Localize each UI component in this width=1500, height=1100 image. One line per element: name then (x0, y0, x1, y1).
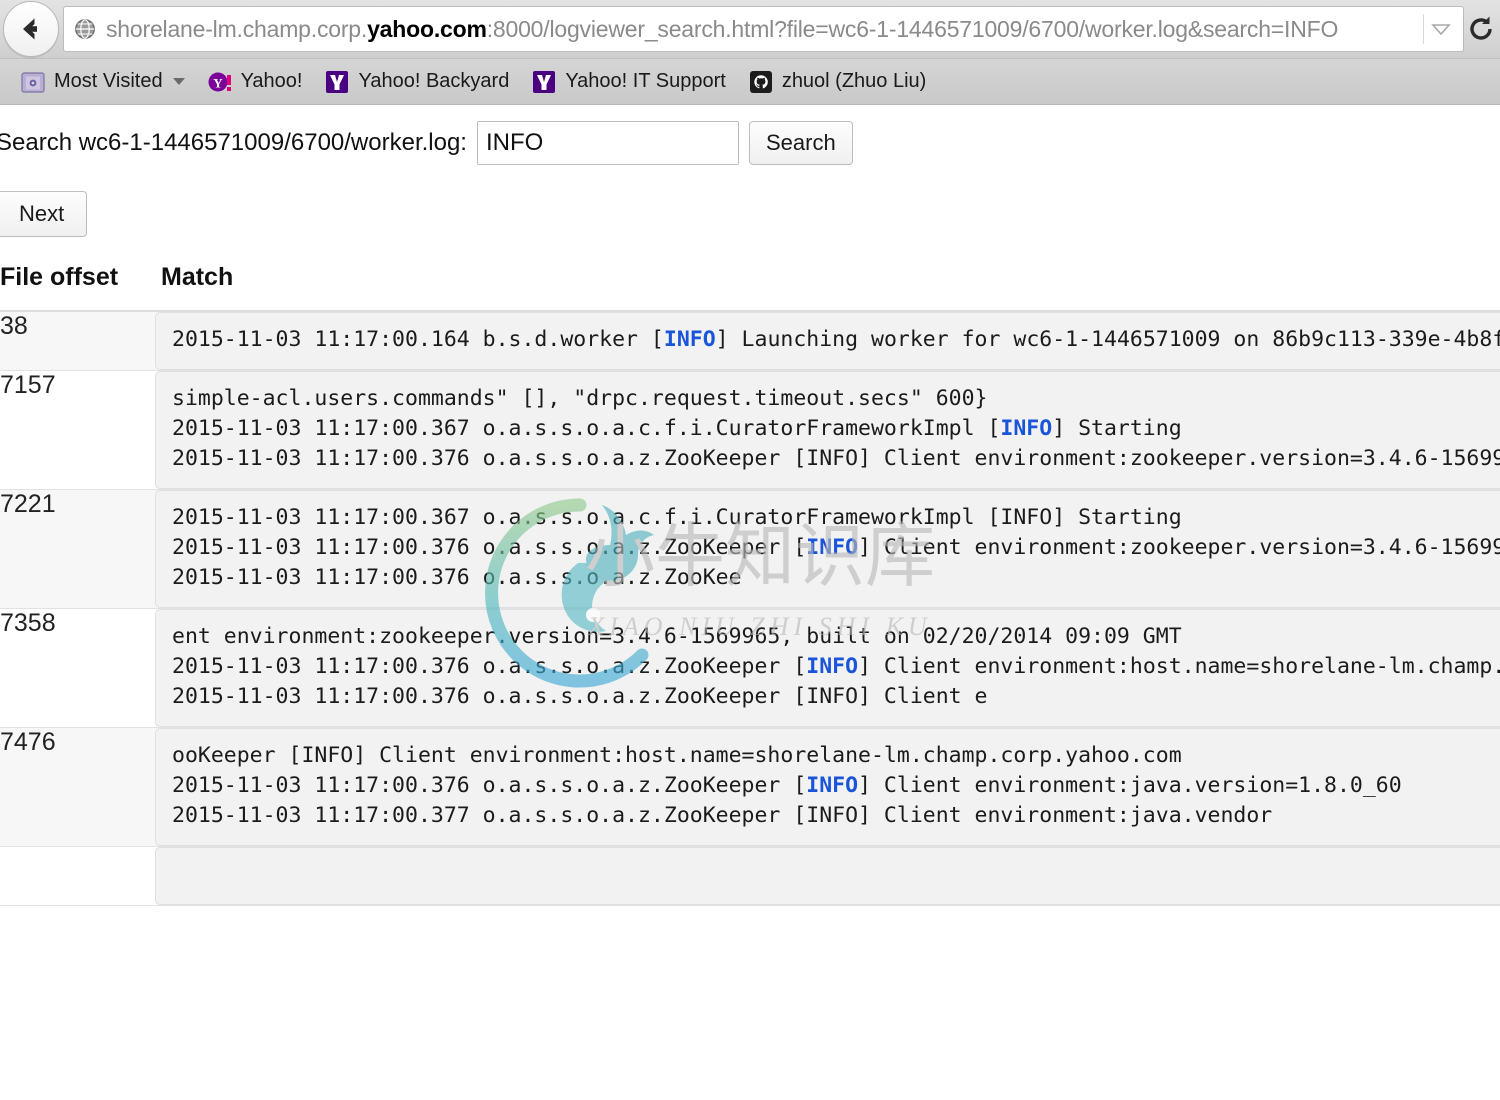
back-arrow-icon (15, 13, 47, 45)
file-offset-cell: 7476 (0, 728, 155, 847)
next-button[interactable]: Next (0, 191, 87, 237)
match-highlight: INFO (806, 773, 858, 798)
url-bar[interactable]: shorelane-lm.champ.corp.yahoo.com:8000/l… (63, 6, 1464, 52)
search-form: Search wc6-1-1446571009/6700/worker.log:… (0, 105, 1500, 165)
bookmark-yahoo-backyard[interactable]: Yahoo! Backyard (314, 66, 519, 98)
table-row: 7476ooKeeper [INFO] Client environment:h… (0, 728, 1500, 847)
table-head: File offset Match (0, 263, 1500, 311)
match-cell: ooKeeper [INFO] Client environment:host.… (155, 728, 1500, 847)
match-highlight: INFO (806, 535, 858, 560)
browser-chrome: shorelane-lm.champ.corp.yahoo.com:8000/l… (0, 0, 1500, 105)
file-offset-cell: 7157 (0, 371, 155, 490)
pagination-controls: Next (0, 165, 1500, 237)
yahoo-y-icon (324, 69, 350, 95)
match-cell: simple-acl.users.commands" [], "drpc.req… (155, 371, 1500, 490)
bookmark-zhuol[interactable]: zhuol (Zhuo Liu) (738, 66, 937, 98)
bookmark-yahoo[interactable]: Y Yahoo! (197, 66, 313, 98)
log-snippet: 2015-11-03 11:17:00.164 b.s.d.worker [IN… (155, 312, 1500, 370)
bookmark-label: Yahoo! IT Support (565, 70, 725, 93)
yahoo-bang-icon: Y (207, 69, 233, 95)
urlbar-dropdown-button[interactable] (1423, 14, 1457, 44)
search-label: Search wc6-1-1446571009/6700/worker.log: (0, 129, 467, 157)
chevron-down-icon (173, 78, 185, 85)
bookmark-label: Yahoo! (241, 70, 303, 93)
url-domain: yahoo.com (367, 16, 487, 42)
match-highlight: INFO (664, 327, 716, 352)
url-prefix: shorelane-lm.champ.corp. (106, 16, 367, 42)
file-offset-cell: 38 (0, 311, 155, 371)
table-row: 7358ent environment:zookeeper.version=3.… (0, 609, 1500, 728)
github-icon (748, 69, 774, 95)
bookmark-most-visited[interactable]: Most Visited (10, 66, 195, 98)
globe-icon (74, 18, 96, 40)
file-offset-cell (0, 847, 155, 906)
file-offset-cell: 7221 (0, 490, 155, 609)
search-input[interactable] (477, 121, 739, 165)
table-row: 7157simple-acl.users.commands" [], "drpc… (0, 371, 1500, 490)
back-button[interactable] (3, 1, 59, 57)
table-header-row: File offset Match (0, 263, 1500, 311)
chevron-down-icon (1431, 22, 1451, 36)
log-snippet: simple-acl.users.commands" [], "drpc.req… (155, 371, 1500, 489)
table-row: 72212015-11-03 11:17:00.367 o.a.s.s.o.a.… (0, 490, 1500, 609)
log-snippet: ooKeeper [INFO] Client environment:host.… (155, 728, 1500, 846)
match-highlight: INFO (1000, 416, 1052, 441)
column-header-match: Match (155, 263, 1500, 311)
file-offset-cell: 7358 (0, 609, 155, 728)
url-text: shorelane-lm.champ.corp.yahoo.com:8000/l… (106, 16, 1423, 43)
bookmark-label: Most Visited (54, 70, 163, 93)
bookmark-label: zhuol (Zhuo Liu) (782, 70, 927, 93)
bookmark-yahoo-it-support[interactable]: Yahoo! IT Support (521, 66, 735, 98)
log-snippet: ent environment:zookeeper.version=3.4.6-… (155, 609, 1500, 727)
bookmark-label: Yahoo! Backyard (358, 70, 509, 93)
bookmarks-bar: Most Visited Y Yahoo! Yahoo! Backyard (0, 58, 1500, 104)
search-button[interactable]: Search (749, 121, 853, 165)
column-header-file-offset: File offset (0, 263, 155, 311)
yahoo-y-icon (531, 69, 557, 95)
log-snippet: 2015-11-03 11:17:00.367 o.a.s.s.o.a.c.f.… (155, 490, 1500, 608)
page-content: 小牛知识库 XIAO NIU ZHI SHI KU Search wc6-1-1… (0, 105, 1500, 1077)
match-cell: 2015-11-03 11:17:00.367 o.a.s.s.o.a.c.f.… (155, 490, 1500, 609)
search-results-table: File offset Match 382015-11-03 11:17:00.… (0, 263, 1500, 906)
reload-button[interactable] (1464, 14, 1498, 44)
url-suffix: :8000/logviewer_search.html?file=wc6-1-1… (487, 16, 1338, 42)
log-snippet (155, 847, 1500, 905)
match-highlight: INFO (806, 654, 858, 679)
match-cell: 2015-11-03 11:17:00.164 b.s.d.worker [IN… (155, 311, 1500, 371)
table-row (0, 847, 1500, 906)
navigation-toolbar: shorelane-lm.champ.corp.yahoo.com:8000/l… (0, 0, 1500, 58)
reload-icon (1466, 14, 1496, 44)
svg-text:Y: Y (213, 75, 223, 90)
table-body: 382015-11-03 11:17:00.164 b.s.d.worker [… (0, 311, 1500, 906)
match-cell: ent environment:zookeeper.version=3.4.6-… (155, 609, 1500, 728)
match-cell (155, 847, 1500, 906)
table-row: 382015-11-03 11:17:00.164 b.s.d.worker [… (0, 311, 1500, 371)
folder-icon (20, 69, 46, 95)
